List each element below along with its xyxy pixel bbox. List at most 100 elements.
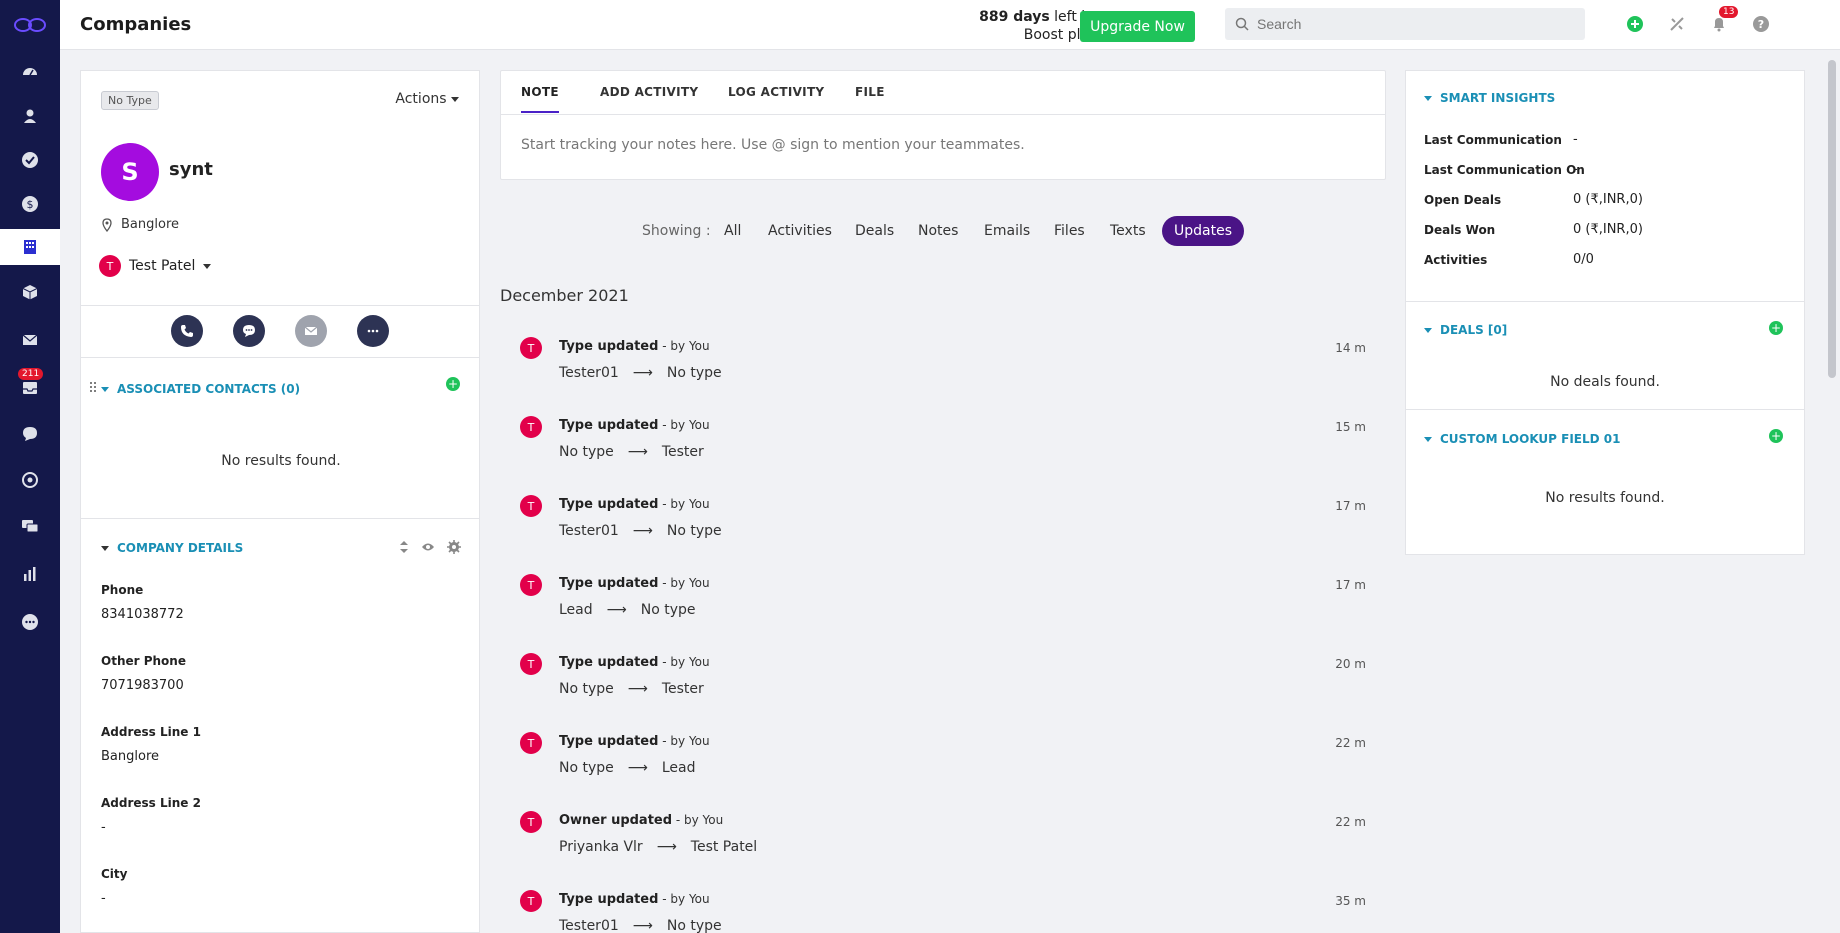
filter-notes[interactable]: Notes [918,216,958,246]
filter-updates[interactable]: Updates [1162,216,1244,246]
field-label-phone: Phone [101,583,144,597]
add-deal-icon[interactable]: + [1769,321,1783,335]
event-time: 35 m [1335,894,1366,908]
insight-label: Last Communication On [1424,163,1585,177]
app-logo[interactable] [0,0,60,50]
location-pin-icon [102,217,112,232]
event-author: You [702,813,724,827]
nav-email[interactable] [0,322,60,358]
gear-icon[interactable] [447,540,461,554]
filter-activities[interactable]: Activities [768,216,832,246]
event-title: Type updated [559,576,659,591]
event-avatar: T [520,416,542,438]
collapse-caret-icon [101,545,109,551]
company-location: Banglore [101,217,179,232]
event-author: You [688,418,710,432]
associated-contacts-header[interactable]: ASSOCIATED CONTACTS (0) [101,382,300,396]
event-to: No type [666,918,722,933]
contacts-empty-message: No results found. [221,453,341,469]
mail-icon [304,326,318,335]
nav-products[interactable] [0,274,60,310]
event-from: Lead [559,602,593,618]
tab-log-activity[interactable]: LOG ACTIVITY [728,85,824,111]
filter-emails[interactable]: Emails [984,216,1030,246]
field-value-address-1[interactable]: Banglore [101,749,159,764]
insights-panel: SMART INSIGHTS Last Communication - Last… [1405,70,1805,555]
event-avatar: T [520,653,542,675]
email-button[interactable] [295,315,327,347]
bell-icon[interactable]: 13 [1709,6,1739,34]
bar-chart-icon [24,567,36,581]
divider [1406,301,1804,302]
add-lookup-icon[interactable]: + [1769,429,1783,443]
tools-icon[interactable] [1667,14,1687,34]
event-by: - by [658,655,689,669]
drag-handle-icon[interactable] [89,381,99,395]
filter-all[interactable]: All [724,216,741,246]
tab-add-activity[interactable]: ADD ACTIVITY [600,85,698,111]
more-actions-button[interactable] [357,315,389,347]
filter-deals[interactable]: Deals [855,216,894,246]
eye-icon[interactable] [421,541,435,553]
field-value-other-phone[interactable]: 7071983700 [101,678,184,693]
event-time: 14 m [1335,341,1366,355]
company-details-header[interactable]: COMPANY DETAILS [101,541,243,555]
caret-down-icon [451,96,459,102]
nav-companies[interactable] [0,229,60,265]
nav-contacts[interactable] [0,98,60,134]
arrow-right-icon: ⟶ [627,760,648,776]
actions-dropdown[interactable]: Actions [395,91,459,107]
nav-deals[interactable]: $ [0,186,60,222]
event-to: Lead [661,760,696,776]
chat-icon [243,325,255,337]
event-from: Tester01 [559,918,619,933]
field-value-city[interactable]: - [101,891,106,906]
field-label-other-phone: Other Phone [101,654,186,668]
message-button[interactable] [233,315,265,347]
arrow-right-icon: ⟶ [632,918,653,933]
upgrade-now-button[interactable]: Upgrade Now [1080,11,1195,42]
note-input[interactable]: Start tracking your notes here. Use @ si… [521,137,1025,153]
nav-dashboard[interactable] [0,54,60,90]
page-scrollbar[interactable] [1828,60,1836,378]
divider [81,357,479,358]
tab-note[interactable]: NOTE [521,85,559,113]
nav-inbox[interactable]: 211 [0,368,60,406]
nav-tasks[interactable] [0,142,60,178]
deals-header[interactable]: DEALS [0] [1424,323,1507,337]
smart-insights-header[interactable]: SMART INSIGHTS [1424,91,1555,105]
help-icon[interactable]: ? [1751,14,1771,34]
event-title: Type updated [559,655,659,670]
type-tag[interactable]: No Type [101,91,159,110]
add-icon[interactable] [1625,14,1645,34]
search-input[interactable] [1257,16,1557,32]
nav-more[interactable] [0,604,60,640]
arrow-right-icon: ⟶ [632,365,653,381]
nav-chat[interactable] [0,416,60,452]
event-by: - by [658,734,689,748]
add-contact-icon[interactable]: + [446,377,460,391]
filter-files[interactable]: Files [1054,216,1085,246]
event-by: - by [658,576,689,590]
tab-file[interactable]: FILE [855,85,885,111]
chat-bubble-icon [23,427,37,441]
owner-dropdown[interactable]: T Test Patel [99,255,212,277]
field-value-phone[interactable]: 8341038772 [101,607,184,622]
owner-name: Test Patel [129,258,196,274]
sort-icon[interactable] [399,540,409,554]
insight-label: Open Deals [1424,193,1502,207]
nav-integrations[interactable] [0,462,60,498]
custom-lookup-header[interactable]: CUSTOM LOOKUP FIELD 01 [1424,432,1620,446]
event-title-line: Type updated - by You [559,576,710,591]
field-value-address-2[interactable]: - [101,820,106,835]
phone-icon [181,325,193,337]
timeline-event: T Type updated - by You Tester01 ⟶ No type 14… [520,337,1366,397]
event-title-line: Type updated - by You [559,497,710,512]
nav-messages[interactable] [0,508,60,544]
call-button[interactable] [171,315,203,347]
filter-texts[interactable]: Texts [1110,216,1146,246]
nav-reports[interactable] [0,556,60,592]
event-author: You [688,892,710,906]
search-box[interactable] [1225,8,1585,40]
insight-value: - [1573,162,1578,177]
